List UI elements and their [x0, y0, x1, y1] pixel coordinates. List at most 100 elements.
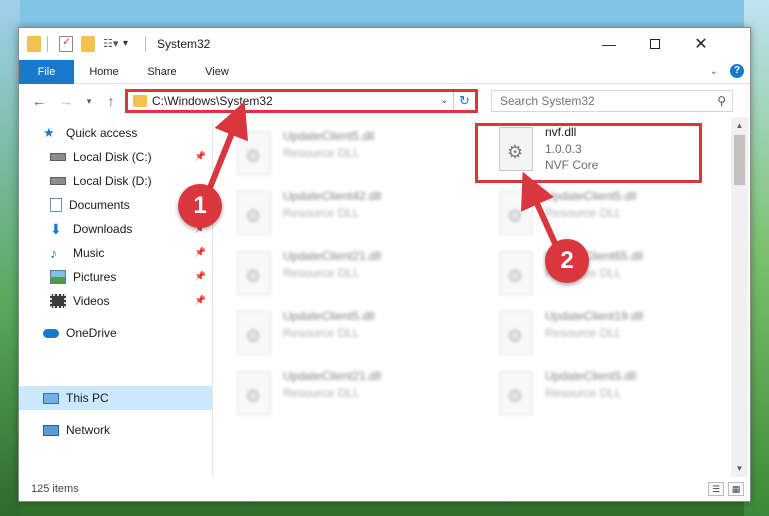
toolbar-divider: [47, 36, 48, 52]
properties-icon[interactable]: ✓: [59, 36, 73, 52]
folder-icon: [133, 95, 147, 107]
file-item[interactable]: ⚙ UpdateClient65.dll Resource DLL: [499, 249, 729, 305]
tab-share[interactable]: Share: [137, 60, 187, 84]
close-button[interactable]: ✕: [678, 28, 724, 60]
large-icons-view-icon[interactable]: ▦: [728, 482, 744, 496]
pin-icon: 📌: [194, 295, 206, 305]
sidebar-item-this-pc[interactable]: This PC: [19, 386, 212, 410]
file-item[interactable]: ⚙ UpdateClient21.dll Resource DLL: [237, 369, 467, 425]
minimize-icon: —: [602, 36, 616, 52]
address-path: C:\Windows\System32: [152, 94, 273, 108]
step-marker-1: 1: [178, 184, 222, 228]
gear-icon: ⚙: [507, 386, 524, 406]
desktop-background-left: [0, 0, 20, 516]
recent-locations-icon[interactable]: ▾: [79, 91, 99, 111]
cloud-icon: [43, 328, 59, 338]
explorer-window: ✓ ☷▾ ▾ System32 — ✕ File Home Share View…: [18, 27, 751, 502]
file-version: 1.0.0.3: [545, 142, 582, 156]
pin-icon: 📌: [194, 271, 206, 281]
vertical-scrollbar[interactable]: ▲ ▼: [731, 117, 748, 477]
tab-home[interactable]: Home: [79, 60, 129, 84]
scroll-up-arrow-icon[interactable]: ▲: [731, 117, 748, 134]
file-name: UpdateClient19.dll: [545, 309, 644, 323]
music-note-icon: ♪: [50, 245, 57, 261]
maximize-button[interactable]: [632, 28, 678, 60]
gear-icon: ⚙: [245, 206, 262, 226]
tab-view[interactable]: View: [194, 60, 240, 84]
sidebar-item-pictures[interactable]: Pictures 📌: [19, 265, 212, 289]
dll-file-icon: ⚙: [499, 311, 533, 355]
forward-arrow-icon[interactable]: →: [56, 91, 76, 111]
scroll-thumb[interactable]: [734, 135, 745, 185]
new-folder-icon[interactable]: [81, 36, 95, 52]
navigation-pane: ★ Quick access Local Disk (C:) 📌 Local D…: [19, 117, 212, 477]
sidebar-item-onedrive[interactable]: OneDrive: [19, 321, 212, 345]
minimize-button[interactable]: —: [586, 28, 632, 60]
gear-icon: ⚙: [245, 266, 262, 286]
file-item[interactable]: ⚙ UpdateClient5.dll Resource DLL: [237, 309, 467, 365]
dll-file-icon: ⚙: [499, 191, 533, 235]
up-arrow-icon[interactable]: ↑: [101, 91, 121, 111]
sidebar-item-label: Network: [66, 423, 111, 437]
dll-file-icon: ⚙: [237, 131, 271, 175]
sidebar-item-music[interactable]: ♪ Music 📌: [19, 241, 212, 265]
refresh-icon[interactable]: ↻: [453, 92, 475, 110]
help-icon[interactable]: ?: [730, 64, 744, 78]
sidebar-item-quick-access[interactable]: ★ Quick access: [19, 121, 212, 145]
address-bar[interactable]: C:\Windows\System32 ⌄ ↻: [125, 89, 478, 113]
sidebar-item-label: This PC: [66, 391, 109, 405]
scroll-down-arrow-icon[interactable]: ▼: [731, 460, 748, 477]
step-marker-2: 2: [545, 239, 589, 283]
sidebar-item-label: Local Disk (D:): [73, 174, 152, 188]
file-item[interactable]: ⚙ UpdateClient42.dll Resource DLL: [237, 189, 467, 245]
details-view-icon[interactable]: ☰: [708, 482, 724, 496]
customize-toolbar-icon[interactable]: ☷▾: [103, 36, 119, 52]
sidebar-item-network[interactable]: Network: [19, 418, 212, 442]
gear-icon: ⚙: [245, 326, 262, 346]
file-type: Resource DLL: [545, 326, 622, 340]
file-name: UpdateClient5.dll: [283, 309, 375, 323]
sidebar-item-videos[interactable]: Videos 📌: [19, 289, 212, 313]
file-name: UpdateClient5.dll: [545, 189, 637, 203]
toolbar-divider: [145, 36, 146, 52]
gear-icon: ⚙: [245, 386, 262, 406]
gear-icon: ⚙: [507, 266, 524, 286]
search-box: ⚲: [491, 90, 733, 112]
folder-icon[interactable]: [27, 36, 41, 52]
sidebar-item-label: OneDrive: [66, 326, 117, 340]
file-item[interactable]: ⚙ UpdateClient19.dll Resource DLL: [499, 309, 729, 365]
pictures-icon: [50, 270, 66, 284]
sidebar-item-local-disk-c[interactable]: Local Disk (C:) 📌: [19, 145, 212, 169]
chevron-down-icon[interactable]: ⌄: [440, 93, 449, 106]
file-type: Resource DLL: [545, 386, 622, 400]
file-type: Resource DLL: [283, 386, 360, 400]
file-item[interactable]: ⚙ UpdateClient5.dll Resource DLL: [499, 189, 729, 245]
file-item[interactable]: ⚙ UpdateClient5.dll Resource DLL: [237, 129, 467, 185]
sidebar-item-label: Downloads: [73, 222, 133, 236]
search-icon: ⚲: [717, 94, 726, 108]
file-name: nvf.dll: [545, 125, 577, 139]
file-item[interactable]: ⚙ UpdateClient21.dll Resource DLL: [237, 249, 467, 305]
tab-file[interactable]: File: [19, 60, 74, 84]
sidebar-item-label: Local Disk (C:): [73, 150, 152, 164]
file-name: UpdateClient21.dll: [283, 369, 382, 383]
download-arrow-icon: ⬇: [50, 221, 62, 237]
file-type: Resource DLL: [283, 326, 360, 340]
dll-file-icon: ⚙: [499, 371, 533, 415]
file-name: UpdateClient5.dll: [545, 369, 637, 383]
file-item[interactable]: ⚙ UpdateClient5.dll Resource DLL: [499, 369, 729, 425]
file-type: Resource DLL: [283, 266, 360, 280]
sidebar-item-local-disk-d[interactable]: Local Disk (D:): [19, 169, 212, 193]
file-description: NVF Core: [545, 158, 599, 172]
drive-icon: [50, 153, 66, 161]
network-icon: [43, 424, 59, 436]
file-name: UpdateClient21.dll: [283, 249, 382, 263]
dll-file-icon: ⚙: [237, 251, 271, 295]
chevron-down-icon[interactable]: ▾: [123, 36, 133, 52]
file-type: Resource DLL: [283, 206, 360, 220]
expand-ribbon-icon[interactable]: ⌄: [710, 66, 718, 77]
file-item-nvf-dll[interactable]: ⚙ nvf.dll 1.0.0.3 NVF Core: [499, 125, 729, 181]
title-bar: ✓ ☷▾ ▾ System32 — ✕: [19, 28, 750, 60]
back-arrow-icon[interactable]: ←: [29, 91, 49, 111]
search-input[interactable]: [492, 91, 702, 111]
